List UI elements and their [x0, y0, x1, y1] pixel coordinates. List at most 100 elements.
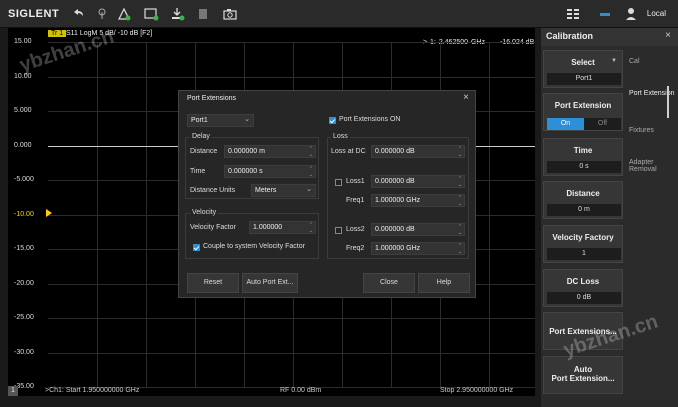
help-button[interactable]: Help: [418, 273, 470, 293]
y-axis-label: -10.00: [14, 210, 34, 218]
dc-loss-button[interactable]: DC Loss 0 dB: [543, 269, 623, 307]
loss-dc-value: 0.000000 dB: [375, 148, 415, 155]
loss2-value: 0.000000 dB: [375, 226, 415, 233]
auto-port-extension-button[interactable]: Auto Port Extension...: [543, 356, 623, 394]
connection-icon: [600, 13, 610, 16]
display-icon[interactable]: [143, 6, 159, 22]
close-button[interactable]: Close: [363, 273, 415, 293]
couple-velocity-checkbox[interactable]: [193, 244, 200, 251]
distance-value: 0 m: [547, 204, 621, 216]
tab-fixtures[interactable]: Fixtures: [629, 127, 675, 134]
local-label: Local: [646, 9, 666, 18]
tab-cal[interactable]: Cal: [629, 58, 675, 65]
velocity-label: Velocity Factory: [552, 233, 614, 242]
velocity-button[interactable]: Velocity Factory 1: [543, 225, 623, 263]
measure-icon[interactable]: [116, 6, 132, 22]
port-extensions-dialog-button[interactable]: Port Extensions...: [543, 312, 623, 350]
velocity-factor-label: Velocity Factor: [190, 224, 236, 231]
distance-label: Distance: [190, 148, 218, 155]
auto-label-2: Port Extension...: [551, 374, 615, 383]
brand-logo: SIGLENT: [8, 8, 60, 20]
reference-level-marker[interactable]: [46, 209, 52, 217]
dc-loss-label: DC Loss: [566, 277, 600, 286]
loss-dc-input[interactable]: 0.000000 dB ⌃ ⌄: [371, 145, 465, 158]
save-icon[interactable]: [169, 6, 185, 22]
port-select[interactable]: Port1 ⌄: [187, 114, 254, 127]
freq1-value: 1.000000 GHz: [375, 197, 421, 204]
time-label: Time: [573, 146, 593, 155]
tab-adapter-removal[interactable]: Adapter Removal: [629, 159, 675, 173]
select-value: Port1: [547, 73, 621, 85]
freq1-label: Freq1: [346, 197, 365, 204]
loss2-checkbox[interactable]: [335, 227, 342, 234]
loss2-input[interactable]: 0.000000 dB ⌃ ⌄: [371, 223, 465, 236]
velocity-value: 1: [547, 248, 621, 260]
grid-line: [489, 42, 490, 387]
freq1-input[interactable]: 1.000000 GHz ⌃ ⌄: [371, 194, 465, 207]
time-label: Time: [190, 168, 206, 175]
spinner-icon[interactable]: ⌃ ⌄: [458, 176, 462, 188]
loss1-label: Loss1: [346, 178, 365, 185]
grid-line: [48, 76, 535, 78]
time-button[interactable]: Time 0 s: [543, 138, 623, 176]
velocity-factor-input[interactable]: 1.000000 ⌃ ⌄: [249, 221, 316, 234]
loss-group-label: Loss: [331, 133, 350, 140]
time-input[interactable]: 0.000000 s ⌃ ⌄: [224, 165, 316, 178]
reset-button[interactable]: Reset: [187, 273, 239, 293]
loss1-checkbox[interactable]: [335, 179, 342, 186]
close-icon[interactable]: ×: [665, 30, 671, 41]
freq2-label: Freq2: [346, 245, 365, 252]
distance-units-select[interactable]: Meters ⌄: [251, 184, 316, 197]
distance-units-value: Meters: [255, 187, 277, 194]
select-button[interactable]: Select ▼ Port1: [543, 50, 623, 88]
time-value: 0 s: [547, 161, 621, 173]
trace-tag[interactable]: Tr 1: [48, 30, 67, 37]
y-axis-label: -20.00: [14, 279, 34, 287]
top-toolbar: SIGLENT Local: [0, 0, 678, 28]
distance-input[interactable]: 0.000000 m ⌃ ⌄: [224, 145, 316, 158]
port-ext-dialog-label: Port Extensions...: [549, 327, 617, 336]
freq2-input[interactable]: 1.000000 GHz ⌃ ⌄: [371, 242, 465, 255]
loss1-input[interactable]: 0.000000 dB ⌃ ⌄: [371, 175, 465, 188]
spinner-icon[interactable]: ⌃ ⌄: [309, 166, 313, 178]
port-extension-toggle[interactable]: Port Extension On Off: [543, 93, 623, 131]
y-axis-label: -5.000: [14, 176, 34, 183]
file-icon[interactable]: [195, 6, 211, 22]
undo-icon[interactable]: [70, 6, 86, 22]
spinner-icon[interactable]: ⌃ ⌄: [458, 224, 462, 236]
spinner-icon[interactable]: ⌃ ⌄: [458, 243, 462, 255]
close-icon[interactable]: ×: [463, 92, 469, 103]
y-axis-label: -25.00: [14, 314, 34, 321]
spinner-icon[interactable]: ⌃ ⌄: [309, 222, 313, 234]
grid-line: [97, 42, 98, 387]
port-ext-on-label: Port Extensions ON: [339, 116, 401, 123]
start-frequency[interactable]: >Ch1: Start 1.950000000 GHz: [45, 387, 139, 394]
touch-icon[interactable]: [94, 6, 110, 22]
spinner-icon[interactable]: ⌃ ⌄: [458, 146, 462, 158]
y-axis-label: -30.00: [14, 348, 34, 356]
stop-frequency[interactable]: Stop 2.950000000 GHz: [440, 387, 513, 394]
trace-info[interactable]: S11 LogM 5 dB/ -10 dB [F2]: [66, 30, 152, 37]
camera-icon[interactable]: [222, 6, 238, 22]
calibration-panel: Calibration × Select ▼ Port1 Port Extens…: [541, 28, 678, 407]
spinner-icon[interactable]: ⌃ ⌄: [458, 195, 462, 207]
velocity-group-label: Velocity: [190, 209, 219, 216]
port-ext-on-checkbox[interactable]: [329, 117, 336, 124]
menu-grid-icon[interactable]: [565, 6, 581, 22]
auto-port-ext-button[interactable]: Auto Port Ext...: [242, 273, 298, 293]
port-extensions-dialog: Port Extensions × Port1 ⌄ Port Extension…: [178, 90, 476, 298]
spinner-icon[interactable]: ⌃ ⌄: [309, 146, 313, 158]
y-axis-label: -15.00: [14, 245, 34, 252]
rf-power[interactable]: RF 0.00 dBm: [280, 387, 321, 394]
grid-line: [48, 352, 535, 354]
port-select-value: Port1: [191, 117, 208, 124]
channel-indicator[interactable]: 1: [8, 386, 18, 396]
distance-button[interactable]: Distance 0 m: [543, 181, 623, 219]
off-option[interactable]: Off: [584, 118, 621, 130]
y-axis-label: 15.00: [14, 38, 32, 45]
panel-header: Calibration ×: [541, 28, 678, 46]
grid-line: [146, 42, 147, 387]
chevron-down-icon: ⌄: [306, 186, 312, 193]
user-icon[interactable]: [623, 6, 639, 22]
on-option[interactable]: On: [547, 118, 584, 130]
